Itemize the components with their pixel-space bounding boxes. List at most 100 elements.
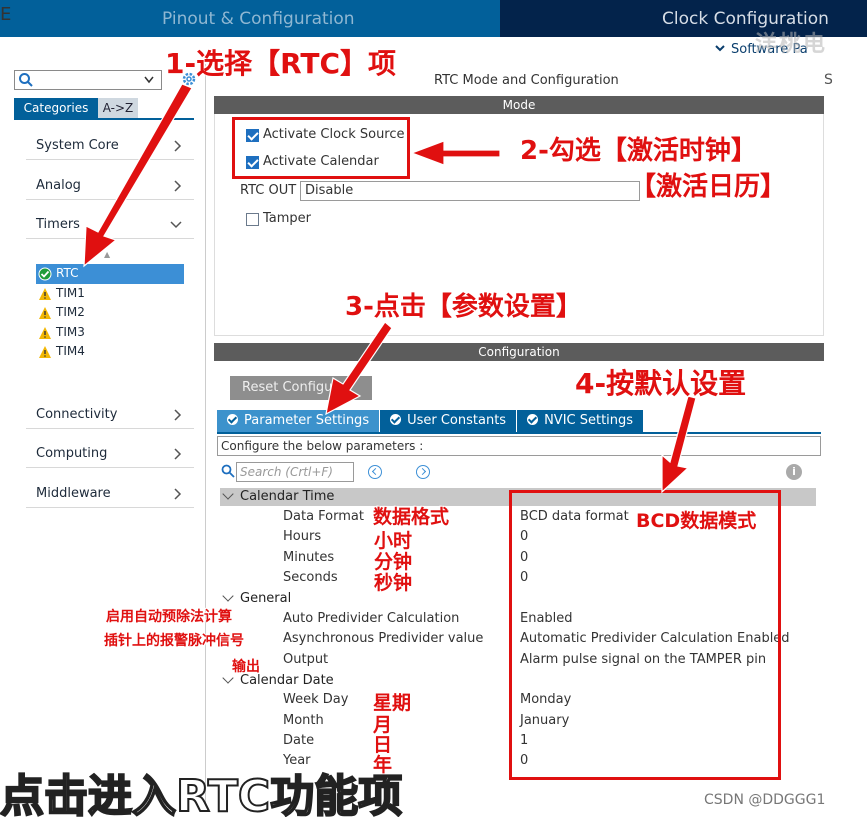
reset-configuration-button[interactable]: Reset Configura [230,376,372,400]
annotation-step1: 1-选择【RTC】项 [165,47,397,80]
warning-icon [39,287,51,300]
video-caption: 点击进入RTC功能项 [0,770,403,817]
timer-label: TIM2 [56,305,85,319]
corner-glyph: E [0,4,12,25]
annotation-step2b: 【激活日历】 [630,172,787,202]
param-name: Auto Predivider Calculation [283,611,460,626]
tamper-label: Tamper [263,211,312,226]
param-name: Hours [283,529,322,544]
configuration-bar[interactable]: Configuration [214,343,824,361]
chevron-down-icon [222,590,234,602]
check-circle-icon [38,267,52,281]
check-circle-icon [390,414,402,425]
tab-user-constants[interactable]: User Constants [380,410,517,432]
timer-label: TIM3 [56,324,85,339]
param-name: Asynchronous Predivider value [283,631,484,646]
annotation-step4: 4-按默认设置 [575,367,747,400]
chevron-right-icon [174,140,182,152]
timer-item-tim2[interactable]: TIM2 [36,303,184,323]
chevron-down-icon [222,488,234,500]
highlight-box-values [509,490,781,780]
category-label: Middleware [36,486,111,501]
chevron-down-icon[interactable] [144,76,154,84]
watermark: 洋桃电 [755,32,828,57]
param-name: Week Day [283,692,349,707]
category-middleware[interactable]: Middleware [26,480,194,508]
annotation-data-format: 数据格式 [373,506,450,528]
annotation-bcd: BCD数据模式 [636,510,757,532]
timer-item-tim4[interactable]: TIM4 [36,342,184,362]
info-icon[interactable]: i [786,464,802,480]
annotation-step2a: 2-勾选【激活时钟】 [520,136,757,166]
previous-match-icon[interactable] [368,465,382,479]
warning-icon [39,307,51,319]
search-icon [221,464,235,478]
param-name: Date [283,733,315,748]
annotation-step3: 3-点击【参数设置】 [345,292,582,322]
check-circle-icon [227,414,238,425]
category-timers[interactable]: Timers [26,211,194,239]
param-name: Month [283,713,324,728]
timer-item-tim3[interactable]: TIM3 [36,323,184,343]
chevron-down-icon [715,45,725,52]
tab-nvic-settings[interactable]: NVIC Settings [517,410,644,432]
tab-categories[interactable]: Categories [14,98,98,118]
mode-bar[interactable]: Mode [214,96,824,114]
chevron-right-icon [174,180,182,192]
tab-label: NVIC Settings [544,413,634,428]
tab-underline [14,118,194,120]
category-connectivity[interactable]: Connectivity [26,401,194,429]
configure-parameters-header: Configure the below parameters : [217,436,821,456]
chevron-right-icon [174,448,182,460]
next-match-icon[interactable] [416,465,430,479]
annotation-auto-calc: 启用自动预除法计算 [106,609,232,625]
category-analog[interactable]: Analog [26,172,194,200]
category-label: System Core [36,138,119,153]
param-name: Data Format [283,509,364,524]
highlight-box-checkboxes [232,117,410,179]
resize-handle[interactable]: ▲ [104,250,110,259]
category-system-core[interactable]: System Core [26,132,194,160]
credit-watermark: CSDN @DDGGG1 [704,792,826,808]
tab-label: Parameter Settings [244,413,370,428]
group-label: General [240,591,292,606]
param-name: Output [283,652,329,667]
param-name: Minutes [283,550,335,565]
check-circle-icon [527,414,539,425]
rtc-out-label: RTC OUT [240,183,297,198]
pinout-tab-label[interactable]: Pinout & Configuration [162,9,355,29]
category-computing[interactable]: Computing [26,440,194,468]
annotation-seconds: 秒钟 [374,572,413,594]
rtc-out-select[interactable]: Disable [300,181,640,201]
warning-icon [39,346,51,358]
annotation-output: 输出 [232,659,260,675]
parameter-search-input[interactable]: Search (Crtl+F) [236,462,354,482]
timer-label: TIM4 [56,344,85,358]
tab-a-to-z[interactable]: A->Z [98,98,138,118]
category-search-combo[interactable] [14,70,162,90]
category-label: Analog [36,178,81,193]
timer-label: TIM1 [56,285,85,300]
chevron-right-icon [174,409,182,421]
category-label: Computing [36,446,108,461]
warning-icon [39,326,51,339]
tab-parameter-settings[interactable]: Parameter Settings [217,410,380,432]
timer-item-rtc[interactable]: RTC [36,264,184,284]
param-name: Seconds [283,570,338,585]
timer-label: RTC [56,266,79,280]
configuration-tabs: Parameter Settings User Constants NVIC S… [217,410,644,432]
chevron-right-icon [174,488,182,500]
tabs-underline [217,432,821,434]
chevron-down-icon [170,221,182,229]
category-tabs: Categories A->Z [14,98,138,118]
timers-list: RTC TIM1 TIM2 TIM3 TIM4 [36,264,184,362]
category-label: Timers [36,217,80,232]
timer-item-tim1[interactable]: TIM1 [36,284,184,304]
mode-section-title: RTC Mode and Configuration [434,73,619,88]
annotation-alarm-pin: 插针上的报警脉冲信号 [104,633,244,649]
tab-label: User Constants [407,413,507,428]
tamper-checkbox[interactable] [246,213,259,226]
search-icon [19,73,33,87]
edge-glyph: S [824,72,833,88]
category-label: Connectivity [36,407,118,422]
